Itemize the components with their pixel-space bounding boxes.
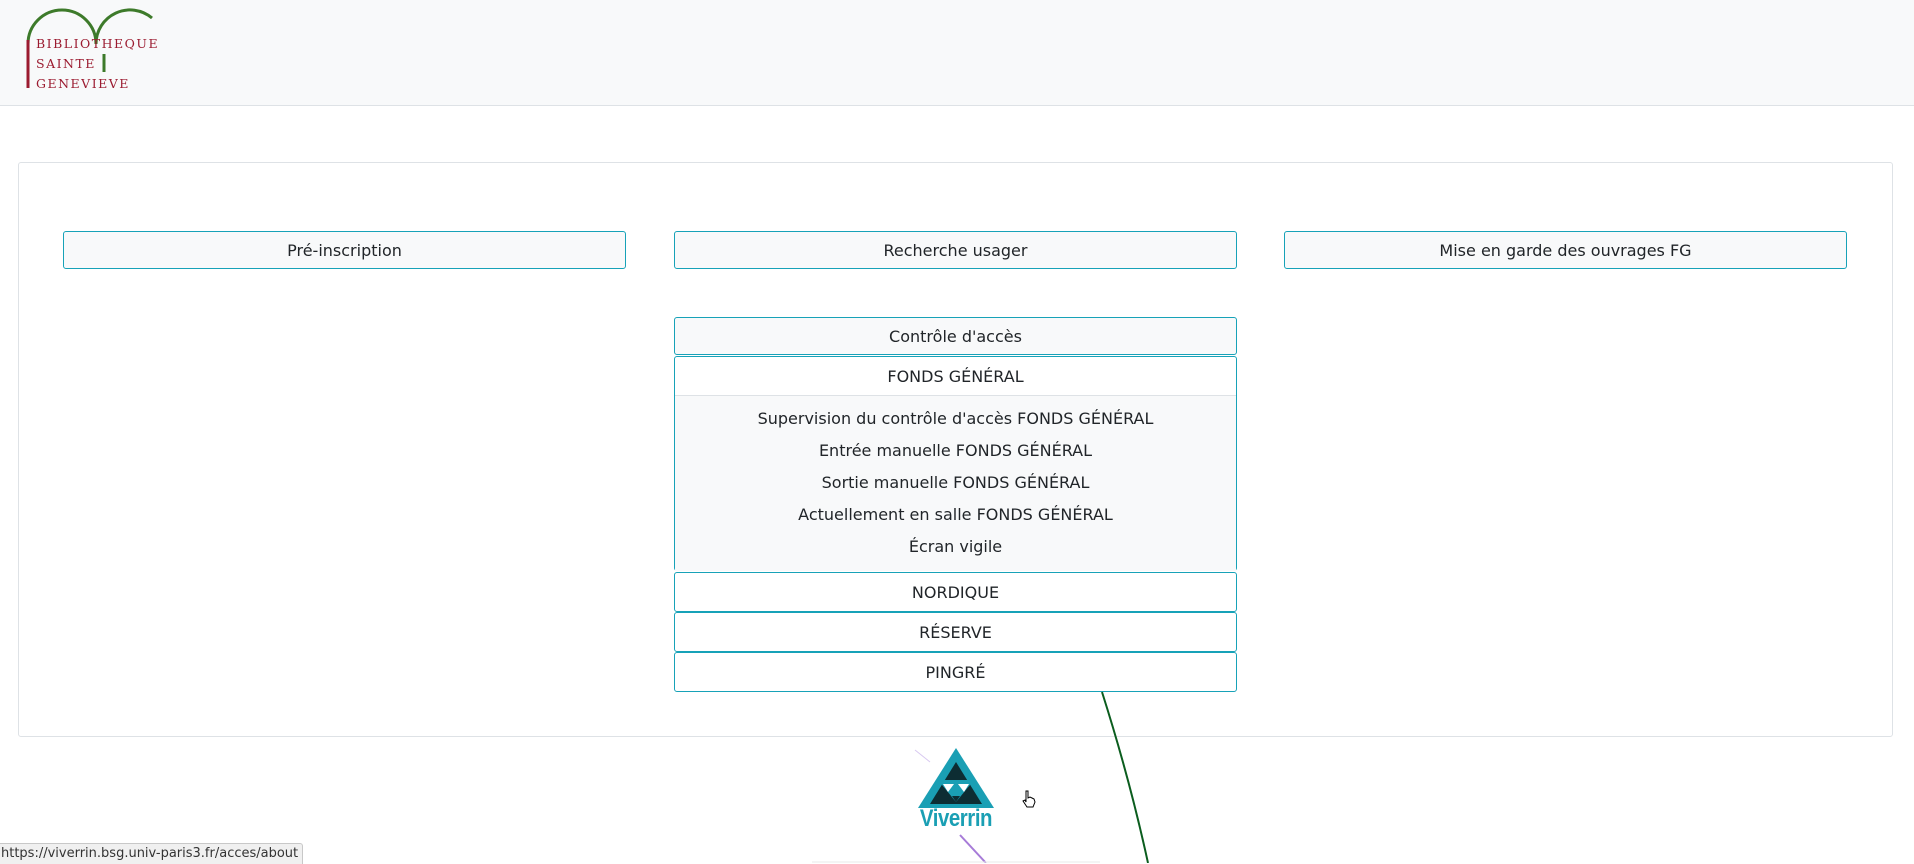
fonds-general-links: Supervision du contrôle d'accès FONDS GÉ… bbox=[675, 396, 1236, 571]
sortie-manuelle-link[interactable]: Sortie manuelle FONDS GÉNÉRAL bbox=[675, 466, 1236, 498]
reserve-section[interactable]: RÉSERVE bbox=[674, 612, 1237, 652]
logo-line-1: BIBLIOTHEQUE bbox=[36, 36, 160, 51]
fonds-general-panel: FONDS GÉNÉRAL Supervision du contrôle d'… bbox=[674, 356, 1237, 571]
pingre-section[interactable]: PINGRÉ bbox=[674, 652, 1237, 692]
controle-acces-button[interactable]: Contrôle d'accès bbox=[674, 317, 1237, 355]
header-bar: BIBLIOTHEQUE SAINTE GENEVIEVE bbox=[0, 0, 1914, 106]
entree-manuelle-link[interactable]: Entrée manuelle FONDS GÉNÉRAL bbox=[675, 434, 1236, 466]
nordique-section[interactable]: NORDIQUE bbox=[674, 572, 1237, 612]
hand-cursor-icon bbox=[1022, 790, 1036, 808]
recherche-usager-button[interactable]: Recherche usager bbox=[674, 231, 1237, 269]
library-logo[interactable]: BIBLIOTHEQUE SAINTE GENEVIEVE bbox=[24, 4, 159, 92]
actuellement-en-salle-link[interactable]: Actuellement en salle FONDS GÉNÉRAL bbox=[675, 498, 1236, 530]
browser-status-bar: https://viverrin.bsg.univ-paris3.fr/acce… bbox=[0, 843, 304, 864]
pre-inscription-button[interactable]: Pré-inscription bbox=[63, 231, 626, 269]
viverrin-wordmark: Viverrin bbox=[919, 805, 993, 832]
fonds-general-header[interactable]: FONDS GÉNÉRAL bbox=[675, 357, 1236, 396]
logo-line-2: SAINTE bbox=[36, 56, 96, 71]
supervision-link[interactable]: Supervision du contrôle d'accès FONDS GÉ… bbox=[675, 402, 1236, 434]
mise-en-garde-button[interactable]: Mise en garde des ouvrages FG bbox=[1284, 231, 1847, 269]
ecran-vigile-link[interactable]: Écran vigile bbox=[675, 530, 1236, 562]
logo-line-3: GENEVIEVE bbox=[36, 76, 130, 91]
